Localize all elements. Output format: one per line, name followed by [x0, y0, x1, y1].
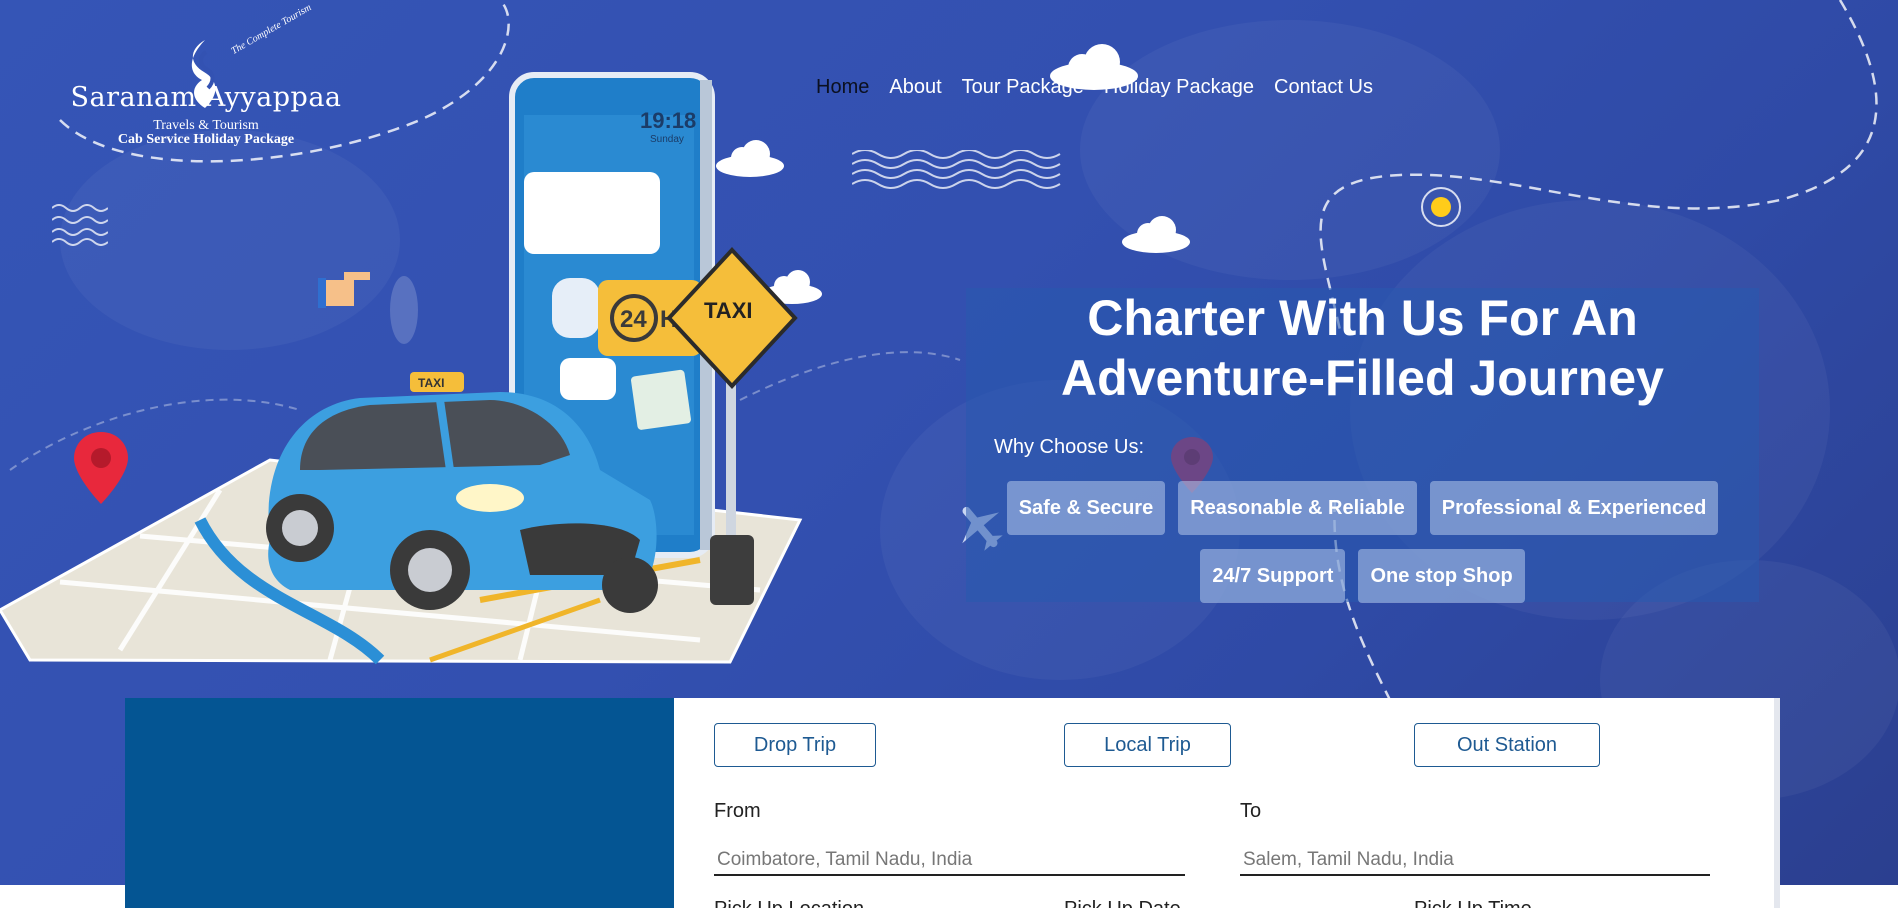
wave-lines-decor [852, 150, 1061, 189]
from-input[interactable] [714, 846, 1185, 876]
out-station-button[interactable]: Out Station [1414, 723, 1600, 767]
feature-chip-row: Safe & Secure Reasonable & Reliable Prof… [966, 481, 1759, 535]
local-trip-button[interactable]: Local Trip [1064, 723, 1231, 767]
from-label: From [714, 800, 761, 822]
phone-day: Sunday [650, 134, 684, 145]
feature-chip-reasonable-reliable: Reasonable & Reliable [1178, 481, 1417, 535]
sign-taxi-text: TAXI [704, 298, 752, 323]
phone-time: 19:18 [640, 108, 696, 133]
nav-tour-package[interactable]: Tour Package [962, 76, 1084, 99]
feature-chip-one-stop-shop: One stop Shop [1358, 549, 1525, 603]
nav-holiday-package[interactable]: Holiday Package [1104, 76, 1254, 99]
pickup-location-label: Pick Up Location [714, 898, 864, 908]
hero-headline: Charter With Us For An Adventure-Filled … [966, 288, 1759, 408]
taxi-app-illustration: 19:18 Sunday 24 HR TAXI TAXI [0, 72, 803, 665]
car-roof-sign: TAXI [418, 376, 444, 390]
hero-headline-line1: Charter With Us For An [1087, 290, 1638, 346]
feature-chip-24-7-support: 24/7 Support [1200, 549, 1346, 603]
pickup-date-label: Pick Up Date [1064, 898, 1181, 908]
feature-chips: Safe & Secure Reasonable & Reliable Prof… [966, 481, 1759, 617]
nav-about[interactable]: About [889, 76, 941, 99]
to-label: To [1240, 800, 1262, 822]
booking-side-panel [125, 698, 674, 908]
feature-chip-row: 24/7 Support One stop Shop [966, 549, 1759, 603]
drop-trip-button[interactable]: Drop Trip [714, 723, 876, 767]
hero-headline-line2: Adventure-Filled Journey [1061, 350, 1664, 406]
location-dot-icon [1421, 187, 1461, 227]
feature-chip-safe-secure: Safe & Secure [1006, 481, 1166, 535]
cloud-icon [1122, 216, 1190, 253]
feature-chip-professional-experienced: Professional & Experienced [1429, 481, 1719, 535]
badge-24: 24 [620, 306, 647, 333]
nav-contact-us[interactable]: Contact Us [1274, 76, 1373, 99]
pickup-time-label: Pick Up Time [1414, 898, 1532, 908]
why-choose-us-label: Why Choose Us: [994, 436, 1145, 458]
to-input[interactable] [1240, 846, 1710, 876]
main-nav: Home About Tour Package Holiday Package … [816, 76, 1373, 99]
